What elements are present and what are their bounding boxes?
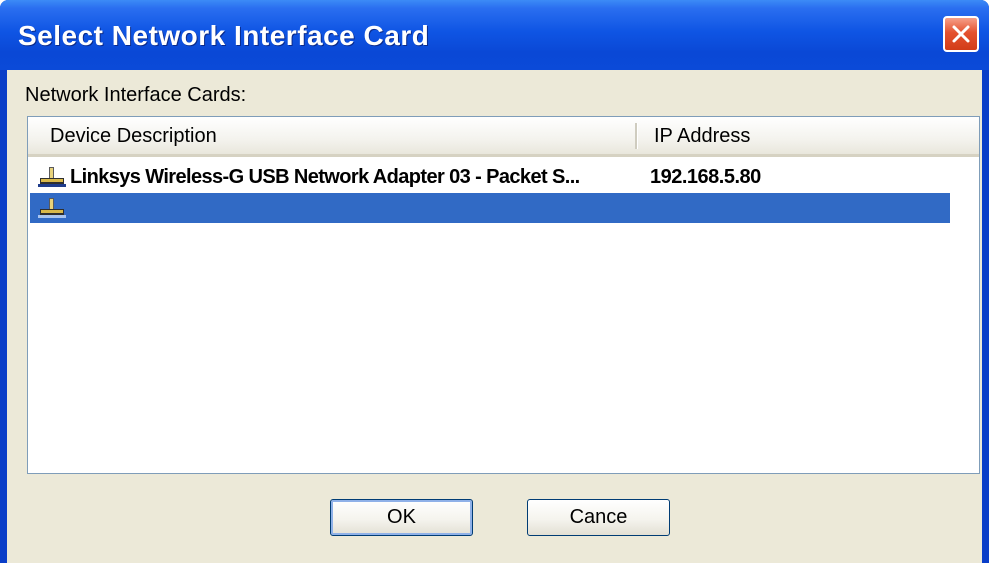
window-title: Select Network Interface Card bbox=[18, 20, 430, 51]
column-header-ip[interactable]: IP Address bbox=[654, 125, 750, 148]
network-adapter-icon bbox=[38, 167, 66, 187]
device-description: Linksys Wireless-G USB Network Adapter 0… bbox=[70, 166, 580, 188]
title-bar[interactable]: Select Network Interface Card bbox=[0, 0, 989, 70]
column-header-description[interactable]: Device Description bbox=[50, 125, 217, 148]
column-divider[interactable] bbox=[635, 123, 638, 149]
ip-address: 192.168.5.80 bbox=[650, 166, 761, 188]
cancel-button[interactable]: Cance bbox=[527, 499, 670, 536]
close-icon bbox=[952, 25, 970, 43]
list-item-selected[interactable] bbox=[30, 193, 950, 223]
dialog-window: Select Network Interface Card Network In… bbox=[0, 0, 989, 563]
list-item[interactable]: Linksys Wireless-G USB Network Adapter 0… bbox=[30, 162, 977, 192]
nic-list[interactable]: Device Description IP Address Linksys Wi… bbox=[27, 116, 980, 474]
nic-list-label: Network Interface Cards: bbox=[25, 84, 247, 106]
network-adapter-icon bbox=[38, 198, 66, 218]
dialog-body: Network Interface Cards: Device Descript… bbox=[7, 70, 982, 563]
close-button[interactable] bbox=[943, 16, 979, 52]
ok-button[interactable]: OK bbox=[330, 499, 473, 536]
list-header: Device Description IP Address bbox=[28, 117, 979, 157]
